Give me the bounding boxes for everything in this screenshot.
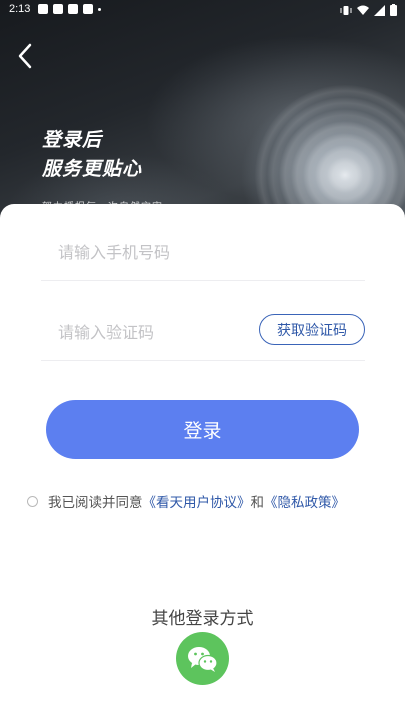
hero-title-line1: 登录后 (42, 129, 103, 151)
agreement-and: 和 (250, 495, 265, 511)
gallery-icon (38, 4, 48, 14)
phone-input[interactable] (58, 224, 258, 280)
battery-icon (390, 4, 397, 16)
notification-icons (38, 4, 101, 14)
vibrate-icon (340, 5, 352, 15)
agreement-prefix: 我已阅读并同意 (48, 495, 143, 511)
app-icon (53, 4, 63, 14)
phone-field (41, 224, 365, 281)
signal-icon (374, 4, 385, 16)
code-input[interactable] (58, 304, 258, 360)
code-field: 获取验证码 (41, 304, 365, 361)
bug-icon (83, 4, 93, 14)
login-sheet: 获取验证码 登录 我已阅读并同意 《看天用户协议》 和 《隐私政策》 其他登录方… (0, 204, 405, 720)
agree-radio[interactable] (27, 495, 38, 507)
status-time: 2:13 (9, 3, 31, 15)
user-agreement-link[interactable]: 《看天用户协议》 (143, 491, 251, 511)
hero-title-line2: 服务更贴心 (42, 158, 143, 180)
hero-title: 登录后 服务更贴心 (42, 126, 142, 184)
other-login-title: 其他登录方式 (151, 609, 254, 629)
back-button[interactable] (12, 40, 42, 72)
status-bar: 2:13 (0, 0, 405, 20)
get-code-button[interactable]: 获取验证码 (259, 314, 365, 345)
agreement-row: 我已阅读并同意 《看天用户协议》 和 《隐私政策》 (27, 491, 345, 511)
more-dot-icon (98, 7, 101, 11)
privacy-policy-link[interactable]: 《隐私政策》 (264, 491, 345, 511)
wifi-icon (357, 5, 369, 15)
wechat-login-button[interactable] (176, 632, 229, 685)
screenshot-icon (68, 4, 78, 14)
login-button[interactable]: 登录 (46, 400, 359, 459)
chevron-left-icon (18, 43, 32, 69)
wechat-icon (187, 646, 218, 672)
system-icons (340, 4, 397, 16)
